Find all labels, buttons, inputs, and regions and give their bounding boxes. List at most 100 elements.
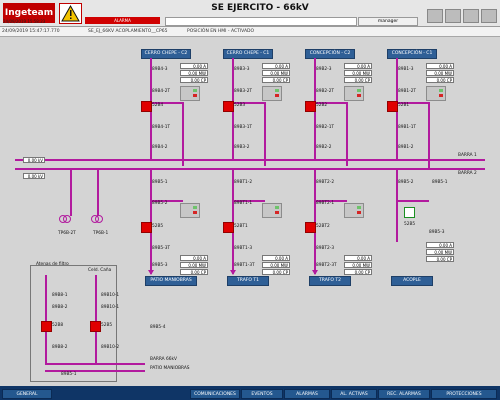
breaker-52b8[interactable] xyxy=(41,321,52,332)
bay-label: 52BT2 xyxy=(316,224,330,229)
readout-bottom: 0.00 MW xyxy=(180,262,208,268)
arrow-down-icon xyxy=(311,270,318,275)
nav-alarmas-activas[interactable]: AL. ACTIVAS xyxy=(331,389,377,399)
bay-label: 89B5-1 xyxy=(432,180,448,185)
status-panel xyxy=(426,86,446,101)
bay-label: 89B4-2T xyxy=(152,89,171,94)
feeder-bar[interactable]: CERRO CHEPE - C2 xyxy=(141,49,191,59)
header-datetime: 24/09/2019 15:58:23 xyxy=(3,19,46,24)
alarm-indicator[interactable]: ALARMA xyxy=(85,17,160,24)
arrow-down-icon xyxy=(147,270,154,275)
bus-voltage-b: 0.00 kV xyxy=(23,173,45,179)
readout-bottom: 0.00 MW xyxy=(262,262,290,268)
toolbar-button[interactable] xyxy=(481,9,497,23)
breaker-52b2[interactable] xyxy=(305,101,316,112)
bay-title-trafo-t1[interactable]: TRAFO T1 xyxy=(227,276,269,286)
bay-label: 89BT2-1 xyxy=(316,201,335,206)
bay-title-trafo-t2[interactable]: TRAFO T2 xyxy=(309,276,351,286)
breaker-52b5[interactable] xyxy=(141,222,152,233)
transformer-label: TP6B-1 xyxy=(93,231,109,236)
bay-label: 89B5-2 xyxy=(152,201,168,206)
readout-top: 0.00 MW xyxy=(344,70,372,76)
bay-label: 89B3-1T xyxy=(234,125,253,130)
bay-label: 89B5-3T xyxy=(152,246,171,251)
bus-label-1: BARRA 1 xyxy=(458,153,477,158)
bay-label: 89B5-1 xyxy=(152,180,168,185)
feeder-bar[interactable]: CONCEPCIÓN - C1 xyxy=(387,49,437,59)
readout-top: 0.00 MW xyxy=(426,70,454,76)
readout-bottom: 0.00 CP xyxy=(426,256,454,262)
bay-label: 89B2-2 xyxy=(316,145,332,150)
bay-label: 89B4-1T xyxy=(152,125,171,130)
bay-title-acople[interactable]: ACOPLE xyxy=(391,276,433,286)
status-panel xyxy=(180,86,200,101)
bay-label: 52B5 xyxy=(152,224,164,229)
breaker-52bt2[interactable] xyxy=(305,222,316,233)
page-title: SE EJERCITO - 66kV xyxy=(211,3,309,13)
aux-label: 89B8-1 xyxy=(52,293,68,298)
breaker-52b1[interactable] xyxy=(387,101,398,112)
transformer-icon xyxy=(57,213,73,227)
breaker-52b4[interactable] xyxy=(141,101,152,112)
readout-top: 0.00 A xyxy=(180,63,208,69)
bay-title-patio-maniobras[interactable]: PATIO MANIOBRAS xyxy=(145,276,197,286)
aux-label: 89B5-1 xyxy=(61,372,77,377)
feeder-bar[interactable]: CONCEPCIÓN - C2 xyxy=(305,49,355,59)
aux-label: 52B8 xyxy=(52,323,64,328)
event-text: SE_EJ_66KV ACOPLAMIENTO__CP65 xyxy=(88,29,168,34)
bay-label: 89BT1-3T xyxy=(234,263,255,268)
status-panel xyxy=(344,203,364,218)
nav-alarmas[interactable]: ALARMAS xyxy=(284,389,330,399)
breaker-52bt1[interactable] xyxy=(223,222,234,233)
bus-barra-2 xyxy=(15,168,485,170)
toolbar-button[interactable] xyxy=(445,9,461,23)
bay-label: 89BT2-3 xyxy=(316,246,335,251)
bay-label: 89B3-2T xyxy=(234,89,253,94)
breaker-52b5-aux[interactable] xyxy=(90,321,101,332)
bay-label: 52B3 xyxy=(234,103,246,108)
bay-label: 89B3-3 xyxy=(234,67,250,72)
readout-top: 0.00 A xyxy=(426,63,454,69)
bay-label: 89B2-1T xyxy=(316,125,335,130)
arrow-down-icon xyxy=(229,270,236,275)
bay-label: 89BT2-3T xyxy=(316,263,337,268)
bay-label: 89BT1-2 xyxy=(234,180,253,185)
bottom-navigation: GENERAL COMUNICACIONES EVENTOS ALARMAS A… xyxy=(0,386,500,400)
readout-bottom: 0.00 CP xyxy=(180,269,208,275)
bay-label: 89B5-2 xyxy=(398,180,414,185)
bus-label-2: BARRA 2 xyxy=(458,171,477,176)
nav-rec-alarmas[interactable]: REC. ALARMAS xyxy=(378,389,430,399)
readout-bottom: 0.00 MW xyxy=(344,262,372,268)
event-bar: 24/09/2019 15:47:17.770 SE_EJ_66KV ACOPL… xyxy=(0,27,500,37)
nav-protecciones[interactable]: PROTECCIONES xyxy=(431,389,497,399)
bay-label: 52B2 xyxy=(316,103,328,108)
aux-label: PATIO MANIOBRAS xyxy=(150,366,190,371)
bay-label: 89B2-3 xyxy=(316,67,332,72)
toolbar-button[interactable] xyxy=(427,9,443,23)
nav-general[interactable]: GENERAL xyxy=(2,389,52,399)
feeder-bar[interactable]: CERRO CHEPE - C1 xyxy=(223,49,273,59)
warning-icon[interactable] xyxy=(59,3,82,24)
readout-bottom: 0.00 CP xyxy=(262,269,290,275)
bay-label: 89BT1-3 xyxy=(234,246,253,251)
status-panel xyxy=(344,86,364,101)
bay-label: 89B1-2T xyxy=(398,89,417,94)
aux-area-subtitle: Celd. Caña xyxy=(88,268,112,273)
bay-label: 89B4-3 xyxy=(152,67,168,72)
toolbar-button[interactable] xyxy=(463,9,479,23)
transformer-label: TP6B-2T xyxy=(58,231,76,236)
bay-label: 89B1-2 xyxy=(398,145,414,150)
bay-label: 89B1-1T xyxy=(398,125,417,130)
aux-area-title: Atenas de filtro xyxy=(36,262,69,267)
breaker-52b3[interactable] xyxy=(223,101,234,112)
aux-label: 89B8-2 xyxy=(52,305,68,310)
bay-label: 52B5 xyxy=(404,222,416,227)
breaker-52b5-coupler[interactable] xyxy=(404,207,415,218)
bay-label: 89BT1-1 xyxy=(234,201,253,206)
nav-comunicaciones[interactable]: COMUNICACIONES xyxy=(190,389,240,399)
nav-eventos[interactable]: EVENTOS xyxy=(241,389,283,399)
readout-bottom: 0.00 CP xyxy=(344,269,372,275)
bus-barra-1 xyxy=(15,159,485,161)
status-panel xyxy=(262,203,282,218)
bay-label: 89B3-2 xyxy=(234,145,250,150)
